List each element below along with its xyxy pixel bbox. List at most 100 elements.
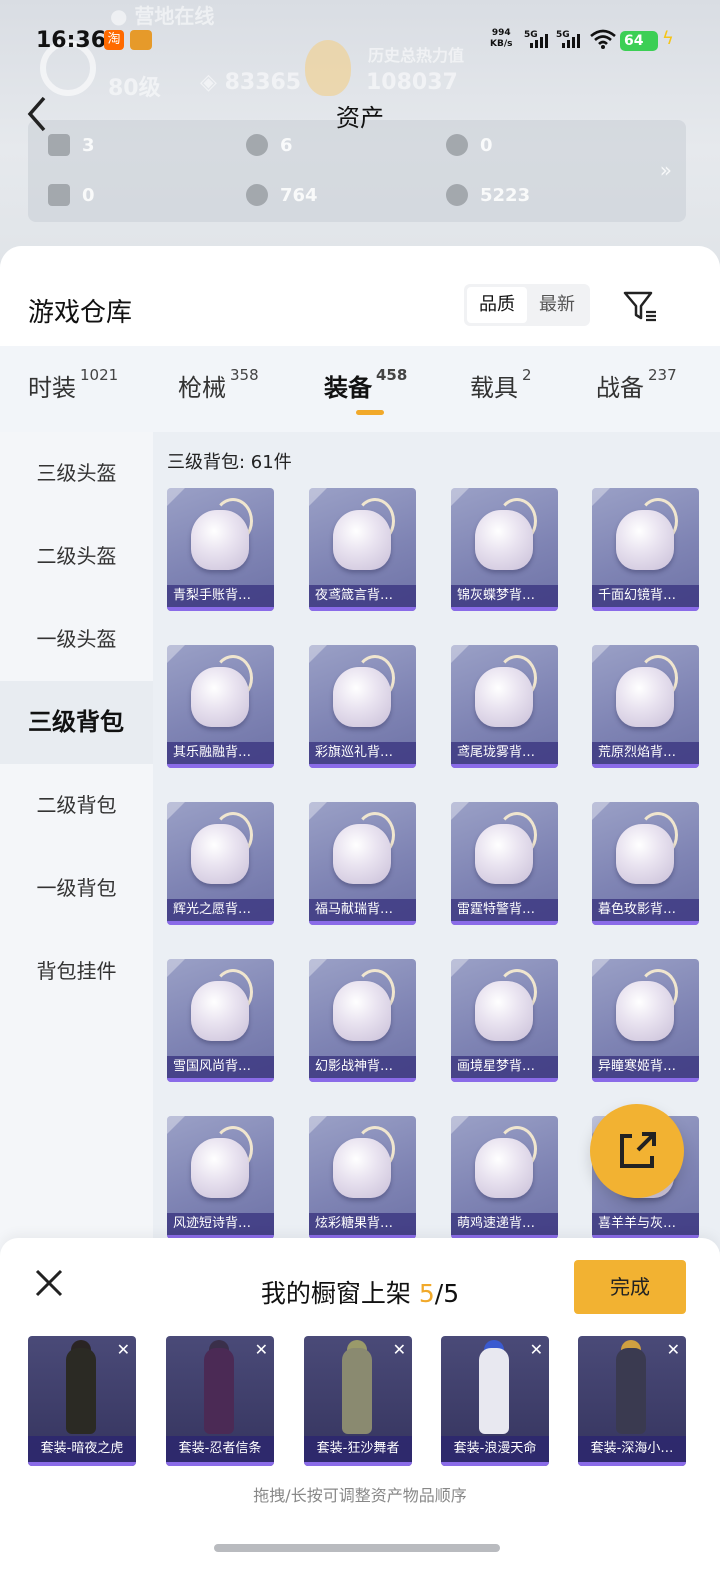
item-label: 喜羊羊与灰… [592,1213,699,1235]
side-item-helmet-2[interactable]: 二级头盔 [0,515,153,598]
backpack-item-card[interactable]: 鸢尾珑雾背… [451,645,558,768]
outfit-label: 套装-浪漫天命 [441,1436,549,1462]
filter-button[interactable] [622,288,658,324]
outfit-figure-icon [479,1348,509,1434]
outfit-rarity-bar [28,1462,136,1466]
item-rarity-bar [451,921,558,925]
game-app-icon [130,30,152,50]
tab-count: 458 [376,366,408,384]
stat-value: 3 [82,134,95,156]
backpack-item-card[interactable]: 辉光之愿背… [167,802,274,925]
sort-quality-button[interactable]: 品质 [467,287,527,323]
tab-vehicles[interactable]: 载具 2 [470,366,532,403]
item-label: 千面幻镜背… [592,585,699,607]
backpack-item-card[interactable]: 彩旗巡礼背… [309,645,416,768]
remove-icon[interactable]: ✕ [117,1340,130,1359]
backpack-item-card[interactable]: 夜鸢箴言背… [309,488,416,611]
showcase-outfit[interactable]: ✕ 套装-狂沙舞者 [304,1336,412,1466]
backpack-icon [333,510,391,570]
showcase-count-total: /5 [434,1279,460,1308]
item-label: 鸢尾珑雾背… [451,742,558,764]
backpack-item-card[interactable]: 福马献瑞背… [309,802,416,925]
backpack-item-card[interactable]: 荒原烈焰背… [592,645,699,768]
share-external-icon [620,1132,656,1168]
showcase-outfit[interactable]: ✕ 套装-忍者信条 [166,1336,274,1466]
side-item-helmet-3[interactable]: 三级头盔 [0,432,153,515]
green-card-icon [48,184,70,206]
backpack-item-card[interactable]: 暮色玫影背… [592,802,699,925]
select-check-icon [167,1116,185,1134]
tab-label: 时装 [28,374,76,402]
item-label: 其乐融融背… [167,742,274,764]
backpack-icon [475,1138,533,1198]
backpack-icon [475,667,533,727]
side-item-backpack-charm[interactable]: 背包挂件 [0,930,153,1013]
remove-icon[interactable]: ✕ [667,1340,680,1359]
select-check-icon [592,645,610,663]
active-tab-indicator [356,410,384,415]
outfit-figure-icon [66,1348,96,1434]
remove-icon[interactable]: ✕ [393,1340,406,1359]
remove-icon[interactable]: ✕ [255,1340,268,1359]
backpack-item-card[interactable]: 雷霆特警背… [451,802,558,925]
showcase-outfit[interactable]: ✕ 套装-暗夜之虎 [28,1336,136,1466]
item-label: 彩旗巡礼背… [309,742,416,764]
backpack-item-card[interactable]: 锦灰蝶梦背… [451,488,558,611]
item-rarity-bar [592,1078,699,1082]
backpack-item-card[interactable]: 萌鸡速递背… [451,1116,558,1239]
backpack-item-card[interactable]: 幻影战神背… [309,959,416,1082]
item-label: 雪国风尚背… [167,1056,274,1078]
asset-stats-card[interactable]: 3 6 0 0 764 5223 » [28,120,686,222]
signal-icon [530,34,548,48]
outfit-rarity-bar [304,1462,412,1466]
item-label: 荒原烈焰背… [592,742,699,764]
filter-icon [623,291,656,322]
outfit-rarity-bar [578,1462,686,1466]
outfit-label: 套装-忍者信条 [166,1436,274,1462]
home-indicator[interactable] [214,1544,500,1552]
sort-newest-button[interactable]: 最新 [527,287,587,323]
tab-battle-prep[interactable]: 战备 237 [596,366,677,403]
net-speed-value: 994 [491,28,511,38]
side-item-backpack-1[interactable]: 一级背包 [0,847,153,930]
stat-item: 6 [246,134,293,156]
backpack-item-card[interactable]: 风迹短诗背… [167,1116,274,1239]
backpack-item-card[interactable]: 青梨手账背… [167,488,274,611]
backpack-icon [191,510,249,570]
stat-item: 764 [246,184,318,206]
tab-guns[interactable]: 枪械 358 [178,366,259,403]
showcase-outfit[interactable]: ✕ 套装-浪漫天命 [441,1336,549,1466]
select-check-icon [592,959,610,977]
backpack-item-card[interactable]: 画境星梦背… [451,959,558,1082]
backpack-item-card[interactable]: 雪国风尚背… [167,959,274,1082]
backpack-icon [333,824,391,884]
side-item-helmet-1[interactable]: 一级头盔 [0,598,153,681]
share-button[interactable] [590,1104,684,1198]
done-button[interactable]: 完成 [574,1260,686,1314]
remove-icon[interactable]: ✕ [530,1340,543,1359]
side-nav: 三级头盔 二级头盔 一级头盔 三级背包 二级背包 一级背包 背包挂件 [0,432,153,1252]
item-label: 画境星梦背… [451,1056,558,1078]
bronze-coin-icon [446,184,468,206]
backpack-item-card[interactable]: 其乐融融背… [167,645,274,768]
backpack-item-card[interactable]: 炫彩糖果背… [309,1116,416,1239]
backpack-icon [333,981,391,1041]
backpack-item-card[interactable]: 异瞳寒姬背… [592,959,699,1082]
outfit-label: 套装-深海小… [578,1436,686,1462]
tab-label: 枪械 [178,374,226,402]
select-check-icon [309,959,327,977]
backpack-icon [616,667,674,727]
select-check-icon [167,959,185,977]
side-item-backpack-2[interactable]: 二级背包 [0,764,153,847]
select-check-icon [592,488,610,506]
item-rarity-bar [451,1078,558,1082]
tab-count: 1021 [80,366,119,384]
backpack-item-card[interactable]: 千面幻镜背… [592,488,699,611]
item-label: 福马献瑞背… [309,899,416,921]
side-item-backpack-3[interactable]: 三级背包 [0,681,153,764]
showcase-outfit[interactable]: ✕ 套装-深海小… [578,1336,686,1466]
tab-equipment[interactable]: 装备 458 [324,366,408,403]
charging-bolt-icon: ϟ [662,28,674,49]
stats-more-icon[interactable]: » [660,158,672,182]
tab-fashion[interactable]: 时装 1021 [28,366,119,403]
